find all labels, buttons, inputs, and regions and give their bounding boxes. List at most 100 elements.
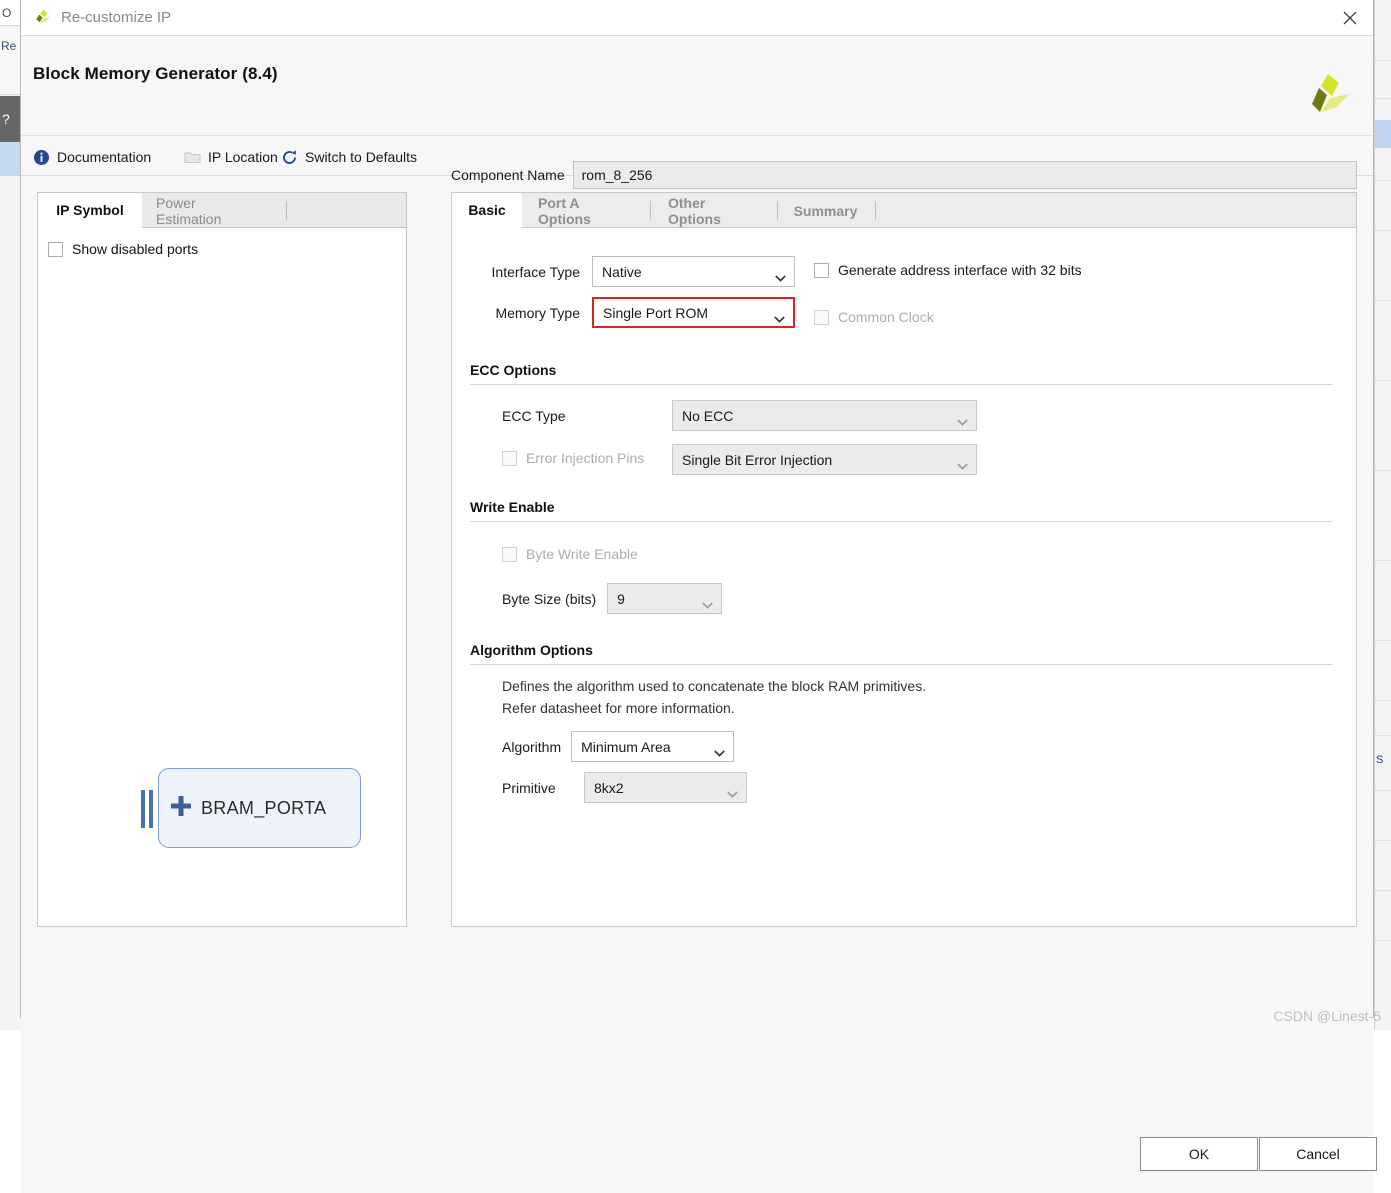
error-injection-select[interactable]: Single Bit Error Injection: [672, 444, 977, 475]
background-right-rule: [1375, 940, 1391, 941]
ecc-options-title: ECC Options: [470, 362, 556, 378]
component-name-row: Component Name rom_8_256: [451, 160, 1357, 190]
memory-type-value: Single Port ROM: [603, 305, 708, 321]
background-right-rule: [1375, 840, 1391, 841]
error-injection-value: Single Bit Error Injection: [682, 452, 832, 468]
generate-address-interface-checkbox[interactable]: Generate address interface with 32 bits: [814, 262, 1082, 278]
switch-to-defaults-link[interactable]: Switch to Defaults: [281, 146, 417, 168]
algorithm-select[interactable]: Minimum Area: [571, 731, 734, 762]
bram-porta-label: BRAM_PORTA: [201, 768, 326, 848]
bus-connector-icon: [141, 790, 157, 828]
component-name-input[interactable]: rom_8_256: [573, 161, 1357, 189]
background-right-rule: [1375, 98, 1391, 99]
tab-divider: [875, 201, 876, 220]
background-right-rule: [1375, 470, 1391, 471]
interface-type-select[interactable]: Native: [592, 256, 795, 287]
tab-port-a-options[interactable]: Port A Options: [522, 193, 647, 228]
ecc-type-label: ECC Type: [502, 408, 672, 424]
re-customize-ip-dialog: Re-customize IP Block Memory Generator (…: [20, 0, 1374, 1018]
show-disabled-ports-checkbox[interactable]: Show disabled ports: [48, 241, 198, 257]
dialog-title: Re-customize IP: [61, 0, 171, 36]
options-tabs: Basic Port A Options Other Options Summa…: [452, 193, 1356, 228]
chevron-down-icon: [714, 744, 725, 751]
options-panel: Basic Port A Options Other Options Summa…: [451, 192, 1357, 927]
primitive-value: 8kx2: [594, 780, 624, 796]
byte-size-select[interactable]: 9: [607, 583, 722, 614]
tab-divider: [777, 201, 778, 220]
checkbox-box: [502, 451, 517, 466]
chevron-down-icon: [957, 413, 968, 420]
dialog-header: Block Memory Generator (8.4): [21, 36, 1373, 136]
background-window-right: S: [1374, 0, 1391, 1030]
tab-divider: [286, 201, 287, 220]
background-right-rule: [1375, 300, 1391, 301]
background-right-text: S: [1376, 754, 1391, 766]
chevron-down-icon: [774, 310, 785, 317]
background-right-rule: [1375, 790, 1391, 791]
algorithm-help-line-1: Defines the algorithm used to concatenat…: [502, 675, 926, 697]
primitive-select[interactable]: 8kx2: [584, 772, 747, 803]
background-right-rule: [1375, 380, 1391, 381]
expand-plus-icon[interactable]: [169, 794, 193, 818]
memory-type-row: Memory Type Single Port ROM: [470, 297, 795, 328]
switch-to-defaults-label: Switch to Defaults: [305, 149, 417, 165]
write-enable-rule: [470, 521, 1332, 522]
ip-symbol-canvas: Show disabled ports BRAM_PORTA: [38, 228, 406, 926]
dialog-footer: OK Cancel: [21, 1117, 1373, 1193]
memory-type-select[interactable]: Single Port ROM: [592, 297, 795, 328]
background-right-selection: [1375, 120, 1391, 148]
background-right-rule: [1375, 180, 1391, 181]
algorithm-options-title: Algorithm Options: [470, 642, 593, 658]
bram-porta-symbol[interactable]: BRAM_PORTA: [141, 768, 361, 848]
memory-type-label: Memory Type: [470, 305, 580, 321]
ecc-type-row: ECC Type No ECC: [502, 400, 977, 431]
basic-tab-panel: Interface Type Native Memory Type Single…: [452, 228, 1356, 926]
tab-ip-symbol[interactable]: IP Symbol: [38, 193, 142, 228]
tab-basic[interactable]: Basic: [452, 193, 522, 228]
interface-type-row: Interface Type Native: [470, 256, 795, 287]
background-right-rule: [1375, 560, 1391, 561]
ecc-type-select[interactable]: No ECC: [672, 400, 977, 431]
chevron-down-icon: [702, 596, 713, 603]
byte-write-enable-label: Byte Write Enable: [526, 546, 638, 562]
error-injection-pins-label: Error Injection Pins: [526, 450, 644, 466]
bus-bar: [149, 790, 153, 828]
ip-location-label: IP Location: [208, 149, 278, 165]
chevron-down-icon: [727, 785, 738, 792]
ecc-type-value: No ECC: [682, 408, 733, 424]
show-disabled-ports-label: Show disabled ports: [72, 241, 198, 257]
background-right-rule: [1375, 735, 1391, 736]
dialog-content: IP Symbol Power Estimation Show disabled…: [21, 176, 1373, 1193]
generate-address-interface-label: Generate address interface with 32 bits: [838, 262, 1082, 278]
tab-summary[interactable]: Summary: [779, 193, 872, 228]
watermark: CSDN @Linest-5: [1273, 1008, 1381, 1024]
close-icon[interactable]: [1339, 7, 1361, 29]
documentation-label: Documentation: [57, 149, 151, 165]
dialog-titlebar: Re-customize IP: [21, 0, 1373, 36]
primitive-row: Primitive 8kx2: [502, 772, 747, 803]
error-injection-pins-checkbox: Error Injection Pins: [502, 450, 644, 466]
algorithm-row: Algorithm Minimum Area: [502, 731, 734, 762]
page-title: Block Memory Generator (8.4): [33, 64, 278, 84]
background-right-rule: [1375, 700, 1391, 701]
byte-write-enable-checkbox: Byte Write Enable: [502, 546, 638, 562]
interface-type-label: Interface Type: [470, 264, 580, 280]
ok-button[interactable]: OK: [1140, 1137, 1258, 1171]
algorithm-value: Minimum Area: [581, 739, 670, 755]
common-clock-label: Common Clock: [838, 309, 934, 325]
tab-other-options[interactable]: Other Options: [652, 193, 773, 228]
cancel-button[interactable]: Cancel: [1259, 1137, 1377, 1171]
checkbox-box: [814, 310, 829, 325]
folder-icon: [184, 149, 201, 166]
byte-size-row: Byte Size (bits) 9: [502, 583, 722, 614]
documentation-link[interactable]: Documentation: [33, 146, 151, 168]
bus-bar: [141, 790, 145, 828]
byte-size-value: 9: [617, 591, 625, 607]
checkbox-box: [502, 547, 517, 562]
ip-location-link[interactable]: IP Location: [184, 146, 278, 168]
tab-divider: [650, 201, 651, 220]
tab-power-estimation[interactable]: Power Estimation: [142, 193, 278, 228]
xilinx-brand-logo-icon: [1305, 72, 1351, 120]
primitive-label: Primitive: [502, 780, 574, 796]
common-clock-checkbox: Common Clock: [814, 309, 934, 325]
